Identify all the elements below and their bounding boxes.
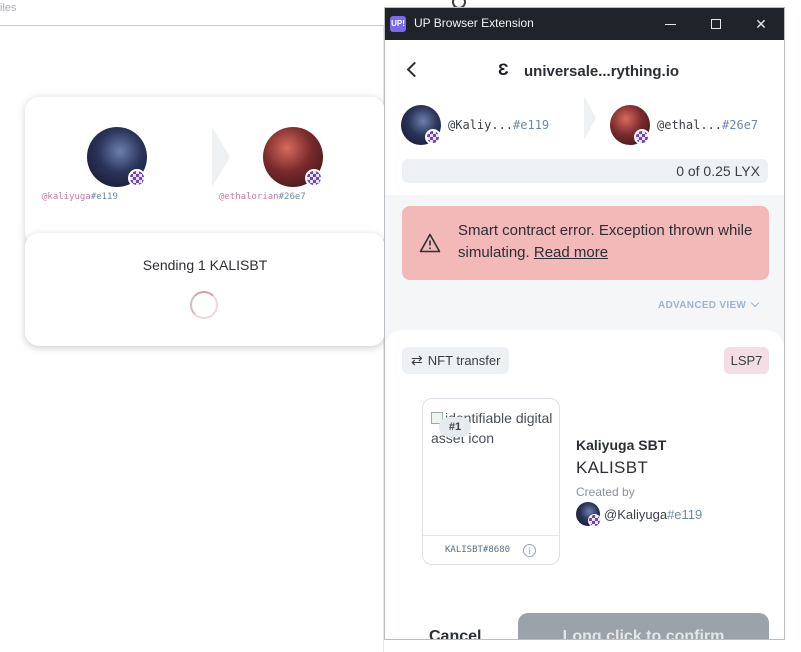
- extension-header: Ɛ universale...rything.io @Kaliy...#e119…: [385, 40, 784, 195]
- app-icon: UP!: [390, 16, 406, 32]
- arrow-right-icon: [584, 96, 596, 140]
- loading-spinner-icon: [190, 291, 218, 319]
- title-bar[interactable]: UP! UP Browser Extension ✕: [385, 8, 784, 40]
- profile-badge-icon: [128, 169, 146, 187]
- cancel-button[interactable]: Cancel: [429, 628, 481, 639]
- transfer-type-label: NFT transfer: [427, 353, 501, 368]
- amount-progress-bar: 0 of 0.25 LYX: [402, 159, 768, 183]
- error-message: Smart contract error. Exception thrown w…: [458, 220, 758, 264]
- transfer-type-chip: ⇄ NFT transfer: [402, 347, 510, 374]
- minimize-button[interactable]: [647, 8, 693, 40]
- asset-symbol: KALISBT: [576, 458, 649, 477]
- profile-badge-icon: [634, 129, 650, 145]
- asset-number-badge: #1: [439, 417, 471, 437]
- asset-code: KALISBT#8680: [445, 545, 511, 555]
- from-handle: @kaliyuga#e119: [42, 192, 118, 202]
- close-icon: ✕: [755, 16, 767, 32]
- transaction-details: ⇄ NFT transfer LSP7 identifiable digital …: [385, 330, 784, 639]
- close-button[interactable]: ✕: [738, 8, 784, 40]
- advanced-view-toggle[interactable]: ADVANCED VIEW: [658, 298, 760, 311]
- amount-text: 0 of 0.25 LYX: [676, 163, 760, 179]
- warning-icon: [419, 233, 441, 253]
- transfer-card: @kaliyuga#e119 @ethalorian#26e7: [25, 97, 385, 247]
- chevron-down-icon: [750, 298, 760, 308]
- search-placeholder: iles: [0, 2, 17, 14]
- sending-label: Sending 1 KALISBT: [142, 257, 268, 273]
- profile-badge-icon: [305, 169, 323, 187]
- maximize-button[interactable]: [693, 8, 739, 40]
- read-more-link[interactable]: Read more: [534, 244, 608, 261]
- sending-card: Sending 1 KALISBT: [25, 233, 385, 346]
- standard-chip: LSP7: [724, 347, 769, 374]
- back-arrow-icon[interactable]: [406, 61, 423, 78]
- site-logo-icon: Ɛ: [498, 60, 509, 79]
- from-handle: @Kaliy...#e119: [448, 118, 550, 132]
- swap-icon: ⇄: [411, 352, 423, 368]
- window-title: UP Browser Extension: [414, 16, 534, 30]
- creator-handle: @Kaliyuga#e119: [604, 507, 703, 522]
- site-name: universale...rything.io: [524, 63, 680, 80]
- profile-badge-icon: [425, 129, 441, 145]
- asset-card[interactable]: identifiable digital asset icon #1 KALIS…: [422, 398, 560, 565]
- advanced-view-label: ADVANCED VIEW: [658, 300, 747, 311]
- error-banner: Smart contract error. Exception thrown w…: [402, 206, 769, 280]
- to-handle: @ethalorian#26e7: [219, 192, 306, 202]
- arrow-right-icon: [212, 127, 230, 187]
- created-by-label: Created by: [576, 485, 635, 499]
- profile-badge-icon: [588, 514, 601, 527]
- info-icon[interactable]: i: [523, 544, 536, 557]
- confirm-button[interactable]: Long click to confirm: [518, 613, 769, 639]
- asset-footer: KALISBT#8680 i: [423, 535, 559, 564]
- maximize-icon: [711, 19, 721, 29]
- to-handle: @ethal...#26e7: [657, 118, 759, 132]
- asset-name: Kaliyuga SBT: [576, 437, 667, 453]
- extension-window: UP! UP Browser Extension ✕ Ɛ universale.…: [384, 7, 785, 640]
- minimize-icon: [664, 24, 676, 25]
